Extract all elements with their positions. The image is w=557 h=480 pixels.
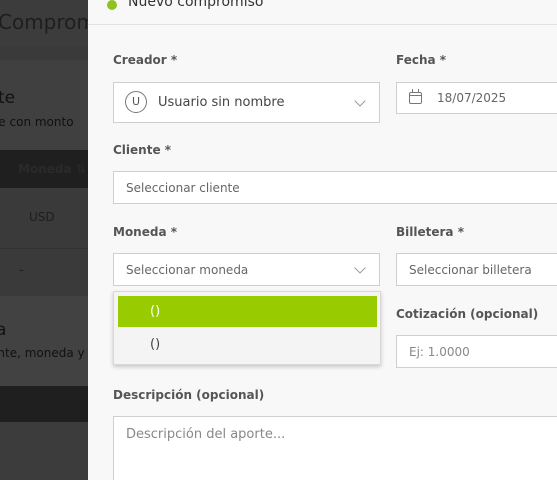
descripcion-placeholder: Descripción del aporte...	[126, 427, 286, 442]
creador-select[interactable]: U Usuario sin nombre	[113, 82, 380, 123]
fecha-value: 18/07/2025	[437, 91, 507, 105]
chevron-down-icon	[354, 262, 366, 274]
fecha-input[interactable]: 18/07/2025	[396, 82, 557, 114]
moneda-label: Moneda *	[113, 225, 178, 239]
table-cell-moneda: USD	[29, 210, 55, 224]
sort-icon: ⇅	[75, 162, 86, 176]
moneda-placeholder: Seleccionar moneda	[126, 263, 249, 277]
moneda-dropdown-menu: () ()	[113, 291, 381, 365]
billetera-label: Billetera *	[396, 225, 464, 239]
table-cell-moneda: -	[19, 263, 24, 278]
panel-header: Nuevo compromiso	[88, 0, 557, 25]
fecha-label: Fecha *	[396, 53, 447, 67]
cotizacion-input[interactable]: Ej: 1.0000	[396, 335, 557, 368]
chevron-down-icon	[354, 95, 366, 107]
billetera-select[interactable]: Seleccionar billetera	[396, 253, 557, 286]
moneda-option[interactable]: ()	[118, 296, 377, 327]
cliente-placeholder: Seleccionar cliente	[126, 181, 240, 195]
background-section-1-title: te	[0, 88, 16, 108]
creador-label: Creador *	[113, 53, 178, 67]
calendar-icon	[409, 89, 422, 104]
billetera-placeholder: Seleccionar billetera	[409, 263, 532, 277]
background-section-2-title: a	[0, 320, 7, 340]
cliente-select[interactable]: Seleccionar cliente	[113, 171, 557, 204]
descripcion-label: Descripción (opcional)	[113, 388, 265, 402]
user-avatar-icon: U	[125, 91, 147, 113]
cotizacion-placeholder: Ej: 1.0000	[409, 345, 470, 359]
background-section-1-subtitle: nte con monto	[0, 115, 74, 129]
table-header-moneda: Moneda ⇅	[18, 162, 86, 176]
descripcion-textarea[interactable]: Descripción del aporte...	[113, 416, 557, 480]
header-badge-icon	[107, 0, 117, 10]
new-commitment-panel: Nuevo compromiso Creador * U Usuario sin…	[88, 0, 557, 480]
background-section-2-subtitle: ente, moneda y	[0, 346, 85, 360]
moneda-select[interactable]: Seleccionar moneda	[113, 253, 380, 286]
creador-value: Usuario sin nombre	[158, 95, 285, 110]
cotizacion-label: Cotización (opcional)	[396, 307, 539, 321]
cliente-label: Cliente *	[113, 143, 172, 157]
moneda-option[interactable]: ()	[118, 329, 377, 360]
panel-title: Nuevo compromiso	[128, 0, 264, 10]
